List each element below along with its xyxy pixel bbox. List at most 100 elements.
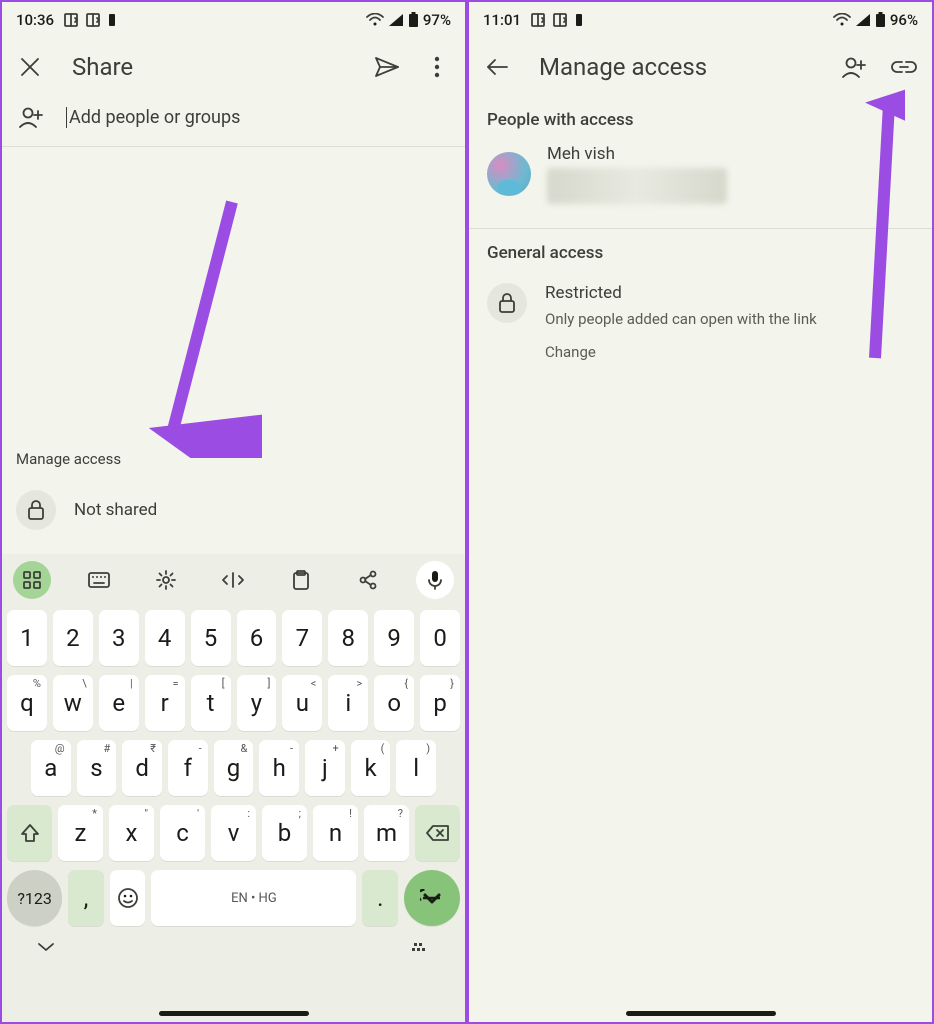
key-5[interactable]: 5: [191, 610, 231, 666]
key-u[interactable]: u<: [282, 675, 322, 731]
person-email-redacted: [547, 168, 727, 204]
status-notif-icons: [64, 13, 122, 27]
battery-icon: [875, 12, 886, 28]
access-level: Restricted: [545, 283, 817, 303]
annotation-arrow: [142, 194, 262, 458]
key-3[interactable]: 3: [99, 610, 139, 666]
nav-handle[interactable]: [159, 1011, 309, 1016]
key-4[interactable]: 4: [145, 610, 185, 666]
page-title: Share: [72, 53, 345, 81]
close-button[interactable]: [16, 53, 44, 81]
kb-mic-icon[interactable]: [416, 561, 454, 599]
key-a[interactable]: a@: [31, 740, 71, 796]
access-description: Only people added can open with the link: [545, 309, 817, 329]
key-b[interactable]: b;: [262, 805, 307, 861]
key-enter[interactable]: [404, 870, 460, 926]
key-g[interactable]: g&: [214, 740, 254, 796]
kb-apps-icon[interactable]: [13, 561, 51, 599]
key-r[interactable]: r=: [145, 675, 185, 731]
key-w[interactable]: w\: [53, 675, 93, 731]
key-y[interactable]: y]: [237, 675, 277, 731]
kb-share-icon[interactable]: [349, 561, 387, 599]
lock-icon: [487, 283, 527, 323]
key-period[interactable]: .: [362, 870, 398, 926]
key-x[interactable]: x": [109, 805, 154, 861]
key-i[interactable]: i>: [328, 675, 368, 731]
key-k[interactable]: k(: [351, 740, 391, 796]
key-j[interactable]: j+: [305, 740, 345, 796]
key-symbols[interactable]: ?123: [7, 870, 62, 926]
general-section-title: General access: [469, 229, 932, 273]
kb-bottom-bar: [7, 926, 460, 968]
keyboard: 1234567890 q%w\e|r=t[y]u<i>o{p} a@s#d₹f-…: [2, 554, 465, 1022]
kb-settings-icon[interactable]: [147, 561, 185, 599]
kb-layout-icon[interactable]: [410, 940, 430, 954]
key-8[interactable]: 8: [328, 610, 368, 666]
avatar: [487, 152, 531, 196]
status-time: 10:36: [16, 11, 54, 29]
manage-access-label: Manage access: [16, 450, 157, 468]
status-notif-icons: [531, 13, 589, 27]
key-d[interactable]: d₹: [122, 740, 162, 796]
key-shift[interactable]: [7, 805, 52, 861]
key-v[interactable]: v:: [211, 805, 256, 861]
kb-clipboard-icon[interactable]: [282, 561, 320, 599]
people-input[interactable]: [66, 107, 449, 128]
status-bar: 11:01 96%: [469, 2, 932, 38]
back-button[interactable]: [483, 53, 511, 81]
divider: [2, 146, 465, 147]
key-s[interactable]: s#: [77, 740, 117, 796]
battery-percent: 97%: [423, 11, 451, 29]
key-p[interactable]: p}: [420, 675, 460, 731]
key-q[interactable]: q%: [7, 675, 47, 731]
key-1[interactable]: 1: [7, 610, 47, 666]
wifi-icon: [833, 13, 851, 27]
change-link[interactable]: Change: [545, 343, 817, 361]
key-emoji[interactable]: [110, 870, 146, 926]
signal-icon: [855, 13, 871, 27]
key-space[interactable]: EN • HG: [151, 870, 356, 926]
share-screen: 10:36 97% Share: [0, 0, 467, 1024]
signal-icon: [388, 13, 404, 27]
key-z[interactable]: z*: [58, 805, 103, 861]
person-row[interactable]: Meh vish: [469, 140, 932, 228]
lock-icon: [16, 490, 56, 530]
status-time: 11:01: [483, 11, 521, 29]
wifi-icon: [366, 13, 384, 27]
key-n[interactable]: n!: [313, 805, 358, 861]
key-e[interactable]: e|: [99, 675, 139, 731]
key-backspace[interactable]: [415, 805, 460, 861]
kb-keyboard-icon[interactable]: [80, 561, 118, 599]
copy-link-button[interactable]: [890, 53, 918, 81]
battery-icon: [408, 12, 419, 28]
key-m[interactable]: m?: [364, 805, 409, 861]
key-comma[interactable]: ,: [68, 870, 104, 926]
key-2[interactable]: 2: [53, 610, 93, 666]
add-person-button[interactable]: [840, 53, 868, 81]
person-add-icon: [18, 106, 44, 128]
people-section-title: People with access: [469, 96, 932, 140]
kb-collapse-icon[interactable]: [37, 941, 55, 953]
key-l[interactable]: l): [396, 740, 436, 796]
kb-toolbar: [7, 554, 460, 606]
key-9[interactable]: 9: [374, 610, 414, 666]
kb-textselect-icon[interactable]: [214, 561, 252, 599]
header: Share: [2, 38, 465, 96]
manage-access-screen: 11:01 96% Manage access Peo: [467, 0, 934, 1024]
share-status-row[interactable]: Not shared: [16, 490, 157, 530]
more-button[interactable]: [423, 53, 451, 81]
nav-handle[interactable]: [626, 1011, 776, 1016]
key-7[interactable]: 7: [282, 610, 322, 666]
page-title: Manage access: [539, 53, 812, 81]
key-c[interactable]: c': [160, 805, 205, 861]
key-h[interactable]: h-: [259, 740, 299, 796]
battery-percent: 96%: [890, 11, 918, 29]
key-6[interactable]: 6: [237, 610, 277, 666]
manage-access-section: Manage access Not shared: [16, 450, 157, 530]
send-button[interactable]: [373, 53, 401, 81]
key-0[interactable]: 0: [420, 610, 460, 666]
key-t[interactable]: t[: [191, 675, 231, 731]
key-o[interactable]: o{: [374, 675, 414, 731]
header: Manage access: [469, 38, 932, 96]
key-f[interactable]: f-: [168, 740, 208, 796]
